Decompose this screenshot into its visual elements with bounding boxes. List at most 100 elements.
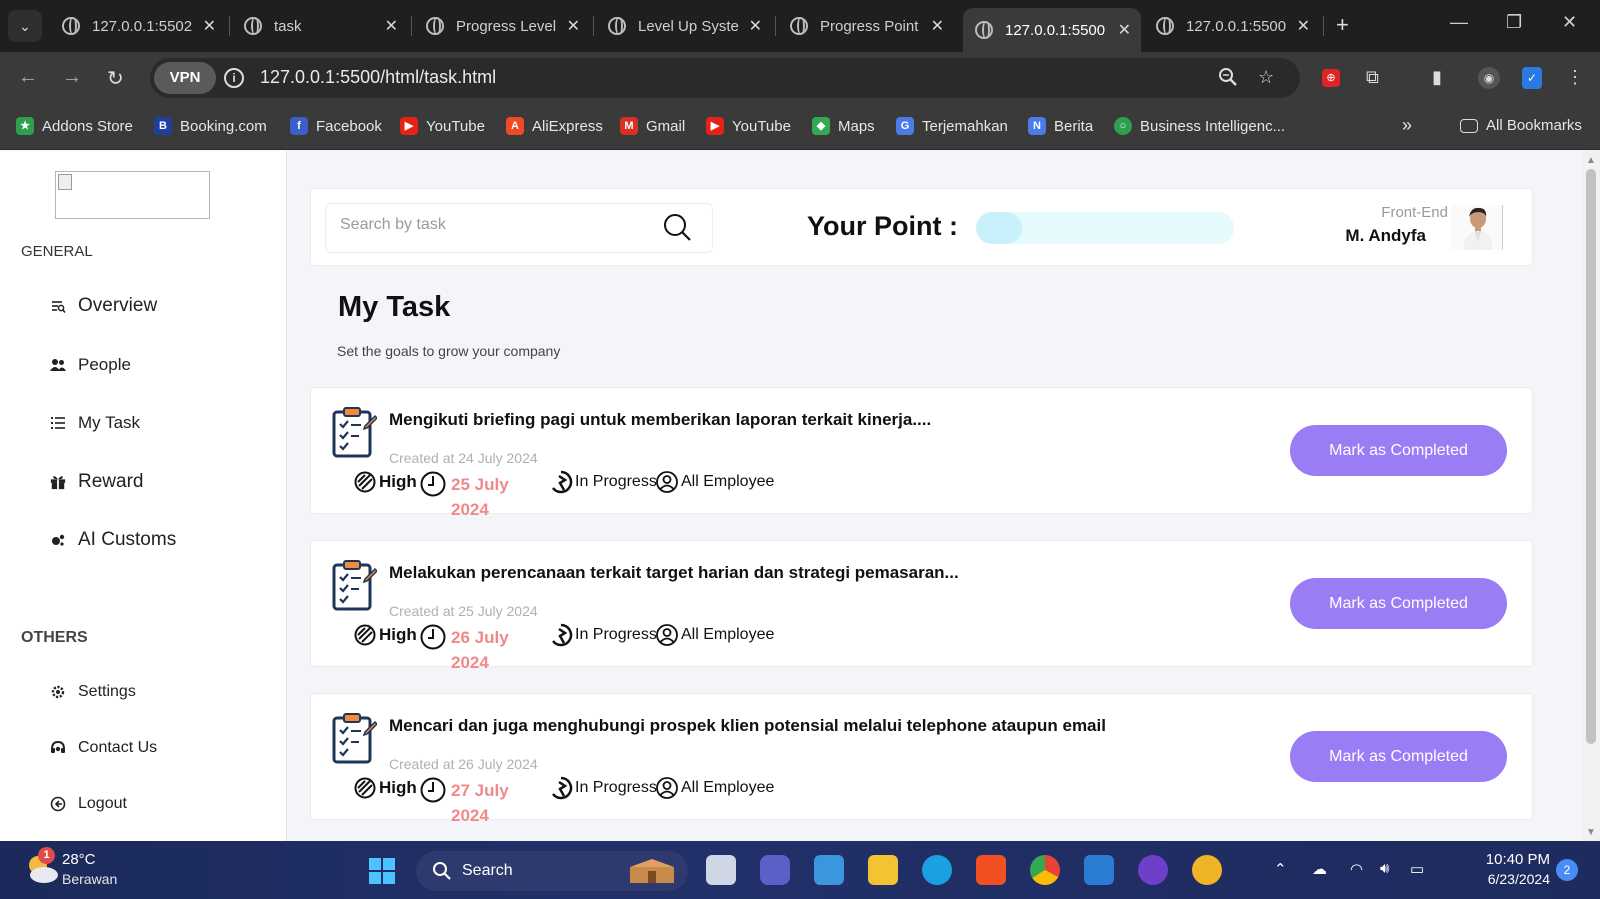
bookmark-youtube-2[interactable]: ▶ YouTube (706, 117, 791, 135)
close-icon[interactable]: ✕ (1118, 20, 1131, 40)
broken-logo-image (55, 171, 210, 219)
tab-title: Level Up Syste (638, 17, 739, 35)
chrome-icon[interactable] (1030, 855, 1060, 885)
windows-start-icon[interactable] (368, 857, 396, 885)
url-text[interactable]: 127.0.0.1:5500/html/task.html (260, 67, 496, 88)
scrollbar-thumb[interactable] (1586, 169, 1596, 744)
taskbar-search[interactable]: Search (416, 851, 688, 891)
priority-icon (354, 624, 376, 646)
task-card: Mengikuti briefing pagi untuk memberikan… (310, 387, 1533, 519)
reload-button[interactable]: ↻ (107, 66, 124, 91)
globe-icon (426, 17, 444, 35)
restore-button[interactable]: ❐ (1506, 12, 1522, 33)
browser-tab[interactable]: Level Up Syste ✕ (596, 8, 772, 44)
weather-badge: 1 (38, 847, 55, 864)
search-input[interactable] (340, 216, 640, 234)
task-title[interactable]: Melakukan perencanaan terkait target har… (389, 563, 959, 583)
avatar[interactable] (1451, 205, 1503, 250)
bookmark-business-intelligence[interactable]: ○ Business Intelligenc... (1114, 117, 1285, 135)
page-subtitle: Set the goals to grow your company (337, 343, 561, 359)
browser-tab-active[interactable]: 127.0.0.1:5500 ✕ (963, 8, 1141, 52)
bookmark-star-icon[interactable]: ☆ (1258, 67, 1274, 88)
task-title[interactable]: Mengikuti briefing pagi untuk memberikan… (389, 410, 931, 430)
tab-divider (775, 16, 776, 36)
close-icon[interactable]: ✕ (1297, 16, 1310, 36)
sidebar-item-overview[interactable]: Overview (50, 295, 157, 317)
notepad-icon[interactable] (814, 855, 844, 885)
task-view-icon[interactable] (706, 855, 736, 885)
all-bookmarks-button[interactable]: All Bookmarks (1460, 117, 1582, 134)
bookmark-terjemahkan[interactable]: G Terjemahkan (896, 117, 1008, 135)
sidebar-item-people[interactable]: People (50, 355, 131, 375)
close-icon[interactable]: ✕ (203, 16, 216, 36)
search-icon[interactable] (662, 212, 692, 242)
profile-icon[interactable]: ◉ (1478, 67, 1500, 89)
mark-completed-button[interactable]: Mark as Completed (1290, 425, 1507, 476)
close-icon[interactable]: ✕ (567, 16, 580, 36)
clock-time[interactable]: 10:40 PM (1484, 851, 1550, 868)
browser-tab[interactable]: task ✕ (232, 8, 408, 44)
more-bookmarks-button[interactable]: » (1402, 115, 1412, 136)
sidebar-item-settings[interactable]: Settings (50, 683, 136, 701)
notification-badge[interactable]: 2 (1556, 859, 1578, 881)
more-menu-icon[interactable]: ⋮ (1566, 67, 1584, 88)
forward-button[interactable]: → (62, 66, 82, 89)
shield-check-icon[interactable]: ✓ (1522, 67, 1542, 89)
new-tab-button[interactable]: + (1336, 12, 1349, 38)
extension-red-icon[interactable]: ⊕ (1322, 69, 1340, 87)
bookmark-maps[interactable]: ◆ Maps (812, 117, 875, 135)
mark-completed-button[interactable]: Mark as Completed (1290, 578, 1507, 629)
wifi-icon[interactable]: ◠ (1350, 860, 1363, 878)
close-icon[interactable]: ✕ (931, 16, 944, 36)
mark-completed-button[interactable]: Mark as Completed (1290, 731, 1507, 782)
tray-chevron-up-icon[interactable]: ⌃ (1274, 860, 1287, 878)
github-desktop-icon[interactable] (1138, 855, 1168, 885)
sidebar-item-logout[interactable]: Logout (50, 795, 127, 813)
vpn-button[interactable]: VPN (154, 62, 216, 94)
sidebar-item-ai-customs[interactable]: AI Customs (50, 529, 176, 551)
back-button[interactable]: ← (18, 66, 38, 89)
vpn-app-icon[interactable] (1192, 855, 1222, 885)
bookmark-booking[interactable]: B Booking.com (154, 117, 267, 135)
close-icon[interactable]: ✕ (385, 16, 398, 36)
window-close-button[interactable]: ✕ (1562, 12, 1577, 33)
bookmark-gmail[interactable]: M Gmail (620, 117, 685, 135)
search-highlight-icon (630, 859, 674, 883)
teams-chat-icon[interactable] (760, 855, 790, 885)
bookmark-berita[interactable]: N Berita (1028, 117, 1093, 135)
close-icon[interactable]: ✕ (749, 16, 762, 36)
gift-icon (50, 474, 66, 490)
clock-date[interactable]: 6/23/2024 (1472, 871, 1550, 887)
sidebar-item-my-task[interactable]: My Task (50, 413, 140, 433)
bookmark-youtube[interactable]: ▶ YouTube (400, 117, 485, 135)
page-scrollbar[interactable]: ▲ ▼ (1582, 151, 1600, 841)
site-info-icon[interactable]: i (224, 68, 244, 88)
browser-tab[interactable]: 127.0.0.1:5500 ✕ (1144, 8, 1320, 44)
browser-tab[interactable]: Progress Level ✕ (414, 8, 590, 44)
tab-divider (1323, 16, 1324, 36)
microsoft-store-icon[interactable] (976, 855, 1006, 885)
sidebar-item-contact-us[interactable]: Contact Us (50, 739, 157, 757)
vscode-icon[interactable] (1084, 855, 1114, 885)
in-progress-icon (552, 470, 573, 494)
onedrive-icon[interactable]: ☁ (1312, 860, 1327, 878)
tab-search-menu-button[interactable]: ⌄ (8, 10, 42, 42)
edge-browser-icon[interactable] (922, 855, 952, 885)
volume-icon[interactable]: 🔊︎ (1380, 860, 1389, 877)
bookmark-aliexpress[interactable]: A AliExpress (506, 117, 603, 135)
aliexpress-icon: A (506, 117, 524, 135)
browser-tab[interactable]: 127.0.0.1:5502 ✕ (50, 8, 226, 44)
browser-tab[interactable]: Progress Point ✕ (778, 8, 954, 44)
scroll-up-arrow-icon[interactable]: ▲ (1586, 155, 1596, 166)
zoom-icon[interactable] (1218, 67, 1238, 92)
bookmark-addons-store[interactable]: ★ Addons Store (16, 117, 133, 135)
minimize-button[interactable]: — (1450, 12, 1468, 33)
task-title[interactable]: Mencari dan juga menghubungi prospek kli… (389, 716, 1106, 736)
sidebar-item-reward[interactable]: Reward (50, 471, 143, 493)
extensions-icon[interactable]: ⧉ (1366, 67, 1379, 88)
bookmark-facebook[interactable]: f Facebook (290, 117, 382, 135)
battery-icon[interactable]: ▭ (1410, 860, 1424, 878)
side-panel-icon[interactable]: ▮ (1432, 67, 1442, 88)
file-explorer-icon[interactable] (868, 855, 898, 885)
scroll-down-arrow-icon[interactable]: ▼ (1586, 827, 1596, 838)
